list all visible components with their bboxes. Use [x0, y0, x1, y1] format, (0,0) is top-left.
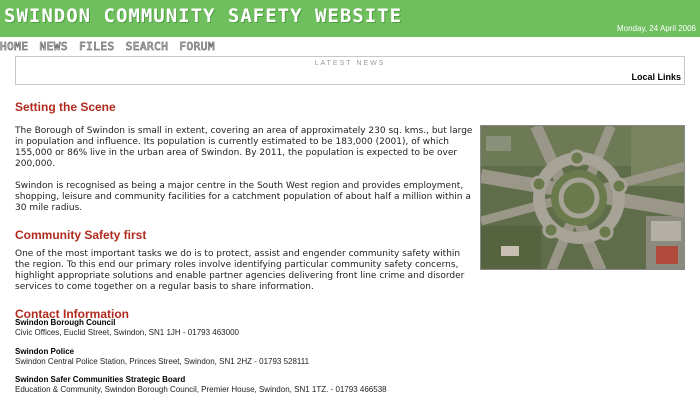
nav-news-link[interactable]: NEWS	[39, 40, 69, 54]
contact-name: Swindon Safer Communities Strategic Boar…	[15, 375, 186, 384]
nav-search-link[interactable]: SEARCH	[125, 40, 169, 54]
nav-forum-link[interactable]: FORUM	[179, 40, 215, 54]
scene-paragraph-2: Swindon is recognised as being a major c…	[15, 181, 471, 213]
scene-heading: Setting the Scene	[15, 100, 116, 114]
scene-paragraph-1: The Borough of Swindon is small in exten…	[15, 126, 473, 169]
current-date: Monday, 24 April 2006	[616, 24, 696, 33]
roundabout-aerial-photo	[480, 125, 685, 270]
latest-news-box: LATEST NEWS Local Links	[15, 56, 685, 85]
safety-paragraph: One of the most important tasks we do is…	[15, 249, 465, 292]
contact-entry: Swindon Police Swindon Central Police St…	[15, 347, 309, 366]
nav-files-link[interactable]: FILES	[79, 40, 115, 54]
contact-entry: Swindon Borough Council Civic Offices, E…	[15, 318, 239, 337]
contact-name: Swindon Police	[15, 347, 75, 356]
contact-name: Swindon Borough Council	[15, 318, 116, 327]
local-links-link[interactable]: Local Links	[631, 72, 681, 82]
roundabout-aerial-image	[481, 126, 684, 269]
contact-address: Swindon Central Police Station, Princes …	[15, 357, 310, 366]
main-content: Setting the Scene The Borough of Swindon…	[15, 100, 475, 321]
site-title: SWINDON COMMUNITY SAFETY WEBSITE	[4, 5, 403, 27]
safety-heading: Community Safety first	[15, 228, 147, 242]
site-header: SWINDON COMMUNITY SAFETY WEBSITE Monday,…	[0, 0, 700, 37]
contact-address: Civic Offices, Euclid Street, Swindon, S…	[15, 328, 239, 337]
latest-news-label: LATEST NEWS	[314, 60, 386, 67]
contact-address: Education & Community, Swindon Borough C…	[15, 385, 387, 394]
main-nav: HOME NEWS FILES SEARCH FORUM	[0, 40, 215, 54]
nav-home-link[interactable]: HOME	[0, 40, 29, 54]
contact-entry: Swindon Safer Communities Strategic Boar…	[15, 375, 387, 394]
